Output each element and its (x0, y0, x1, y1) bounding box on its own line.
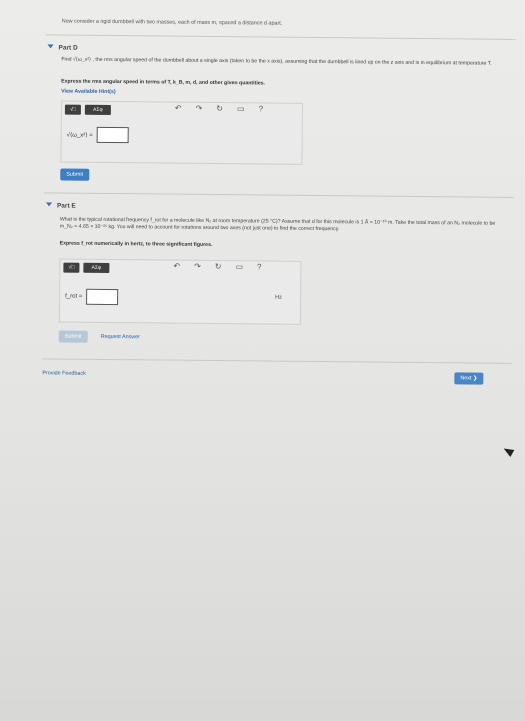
symbols-button[interactable]: ΑΣφ (84, 104, 111, 116)
collapse-triangle-icon (47, 44, 54, 49)
undo-icon[interactable]: ↶ (175, 104, 182, 113)
templates-button[interactable]: √□ (63, 262, 80, 273)
part-d-question: Find √⟨ω_x²⟩ , the rms angular speed of … (61, 56, 492, 67)
answer-label-d: √⟨ω_x²⟩ = (66, 132, 93, 139)
answer-label-e: f_rot = (65, 293, 83, 300)
next-button[interactable]: Next ❯ (454, 372, 484, 385)
part-e-header[interactable]: Part E (45, 202, 76, 210)
help-icon[interactable]: ? (257, 262, 262, 271)
intro-text: Now consider a rigid dumbbell with two m… (61, 18, 283, 27)
answer-row-e: f_rot = (65, 288, 119, 306)
answer-row-d: √⟨ω_x²⟩ = (66, 126, 129, 144)
collapse-triangle-icon (45, 202, 53, 207)
reset-icon[interactable]: ↻ (215, 262, 222, 271)
redo-icon[interactable]: ↷ (196, 104, 203, 113)
reset-icon[interactable]: ↻ (216, 104, 223, 113)
submit-button-d[interactable]: Submit (60, 168, 90, 181)
editor-tools-d: ↶ ↷ ↻ ▭ ? (175, 104, 263, 114)
content-sheet: Now consider a rigid dumbbell with two m… (0, 0, 525, 721)
templates-button[interactable]: √□ (64, 104, 81, 115)
divider (45, 34, 516, 40)
page-background: Now consider a rigid dumbbell with two m… (0, 0, 525, 700)
part-e-instruction: Express f_rot numerically in hertz, to t… (59, 240, 213, 248)
equation-toolbar-d: √□ ΑΣφ (64, 104, 111, 116)
request-answer-link[interactable]: Request Answer (101, 334, 140, 340)
submit-button-e[interactable]: Submit (58, 330, 88, 343)
part-e-question: What is the typical rotational frequency… (59, 216, 496, 233)
provide-feedback-link[interactable]: Provide Feedback (42, 370, 86, 376)
symbols-button[interactable]: ΑΣφ (83, 262, 110, 274)
answer-input-d[interactable] (96, 126, 129, 144)
editor-tools-e: ↶ ↷ ↻ ▭ ? (173, 262, 261, 272)
keyboard-icon[interactable]: ▭ (237, 104, 245, 113)
unit-label: Hz (275, 294, 282, 301)
divider (44, 192, 515, 198)
help-icon[interactable]: ? (259, 104, 264, 113)
equation-toolbar-e: √□ ΑΣφ (63, 262, 110, 274)
part-d-header[interactable]: Part D (47, 44, 78, 52)
view-hints-link[interactable]: View Available Hint(s) (61, 89, 116, 96)
undo-icon[interactable]: ↶ (173, 262, 180, 271)
divider (42, 358, 513, 364)
part-d-instruction: Express the rms angular speed in terms o… (61, 78, 266, 87)
redo-icon[interactable]: ↷ (194, 262, 201, 271)
keyboard-icon[interactable]: ▭ (235, 262, 243, 271)
answer-input-e[interactable] (86, 288, 119, 306)
